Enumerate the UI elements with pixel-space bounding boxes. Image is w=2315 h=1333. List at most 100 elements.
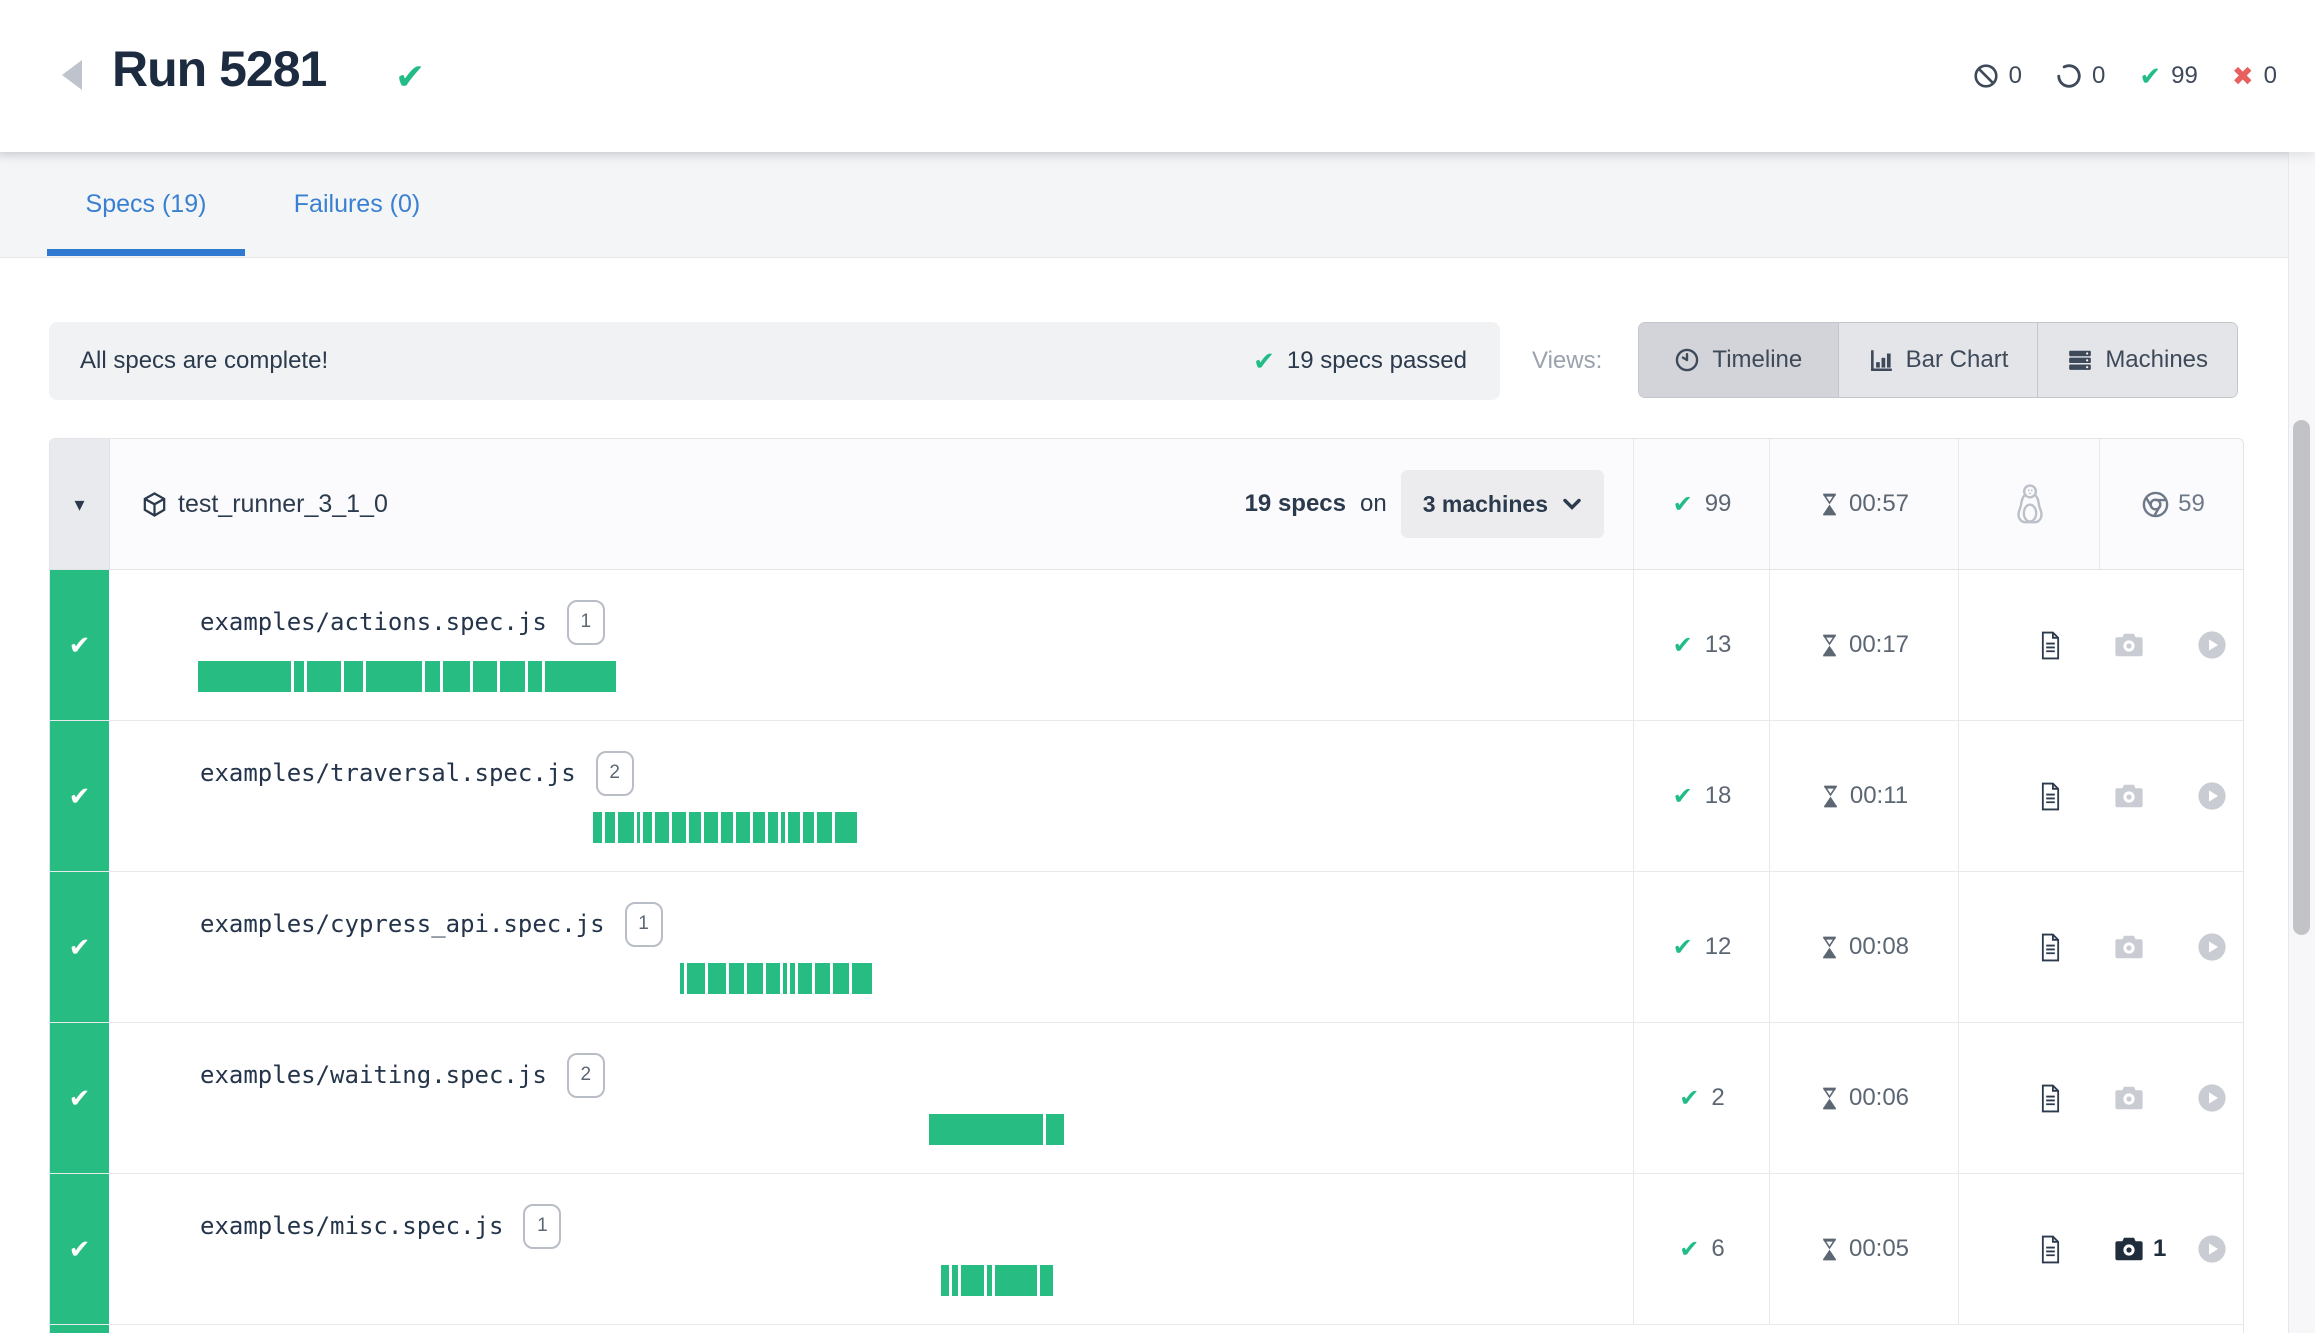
timeline-segment bbox=[593, 812, 602, 843]
timeline-track bbox=[198, 963, 1688, 994]
timeline-segment bbox=[443, 661, 470, 692]
spec-duration-cell: 00:08 bbox=[1769, 872, 1959, 1022]
timeline-bar[interactable] bbox=[929, 1114, 1064, 1145]
group-passed-count: 99 bbox=[1705, 490, 1732, 518]
group-name: test_runner_3_1_0 bbox=[178, 490, 388, 519]
timeline-segment bbox=[817, 812, 832, 843]
timeline-segment bbox=[605, 812, 615, 843]
machine-group-header: ▾ test_runner_3_1_0 19 specs on 3 machin… bbox=[50, 439, 2243, 570]
hourglass-icon bbox=[1820, 934, 1839, 961]
timeline-segment bbox=[766, 963, 781, 994]
screenshots-button[interactable] bbox=[2114, 721, 2144, 871]
timeline-bar[interactable] bbox=[680, 963, 872, 994]
hourglass-icon bbox=[1821, 783, 1840, 810]
scrollbar-thumb[interactable] bbox=[2293, 420, 2310, 935]
video-button[interactable] bbox=[2197, 1174, 2227, 1324]
check-icon: ✔ bbox=[1673, 933, 1693, 962]
machines-dropdown[interactable]: 3 machines bbox=[1401, 470, 1604, 538]
timeline-segment bbox=[961, 1265, 983, 1296]
timeline-segment bbox=[344, 661, 363, 692]
spec-badge: 2 bbox=[596, 751, 634, 796]
screenshots-button[interactable] bbox=[2114, 570, 2144, 720]
failed-stat: ✖ 0 bbox=[2232, 61, 2277, 92]
vertical-scrollbar bbox=[2288, 152, 2315, 1333]
spec-duration-cell: 00:05 bbox=[1769, 1174, 1959, 1324]
stdout-button[interactable] bbox=[2039, 1023, 2062, 1173]
timeline-segment bbox=[425, 661, 440, 692]
bar-chart-view-button[interactable]: Bar Chart bbox=[1838, 323, 2038, 397]
group-specs-count: 19 specs bbox=[1245, 490, 1346, 518]
timeline-bar[interactable] bbox=[198, 661, 616, 692]
timeline-track bbox=[198, 661, 1688, 692]
timeline-bar[interactable] bbox=[593, 812, 857, 843]
timeline-segment bbox=[783, 963, 787, 994]
camera-icon bbox=[2114, 935, 2144, 959]
play-icon bbox=[2197, 781, 2227, 811]
spec-file-line: examples/waiting.spec.js 2 bbox=[200, 1049, 605, 1101]
timeline-segment bbox=[1046, 1114, 1064, 1145]
machines-dropdown-label: 3 machines bbox=[1423, 491, 1548, 518]
spec-file[interactable]: examples/actions.spec.js bbox=[200, 608, 547, 636]
video-button[interactable] bbox=[2197, 721, 2227, 871]
pending-count: 0 bbox=[2092, 62, 2105, 90]
camera-icon bbox=[2114, 1237, 2144, 1261]
screenshots-button[interactable] bbox=[2114, 872, 2144, 1022]
timeline-segment bbox=[736, 812, 750, 843]
document-icon bbox=[2039, 933, 2062, 962]
spec-artifacts-cell bbox=[1958, 570, 2244, 720]
spec-badge: 1 bbox=[567, 600, 605, 645]
pending-stat: 0 bbox=[2056, 62, 2105, 90]
spec-file[interactable]: examples/misc.spec.js bbox=[200, 1212, 503, 1240]
group-duration-cell: 00:57 bbox=[1769, 439, 1959, 569]
view-switcher: Timeline Bar Chart Machines bbox=[1638, 322, 2238, 398]
check-icon: ✔ bbox=[1673, 490, 1693, 519]
page-title: Run 5281 bbox=[112, 40, 326, 98]
x-icon: ✖ bbox=[2232, 61, 2254, 92]
camera-icon bbox=[2114, 784, 2144, 808]
active-tab-underline bbox=[47, 249, 245, 256]
group-on-word: on bbox=[1360, 490, 1387, 518]
check-icon: ✔ bbox=[69, 630, 91, 661]
collapse-toggle[interactable]: ▾ bbox=[50, 439, 110, 569]
group-passed-cell: ✔ 99 bbox=[1633, 439, 1770, 569]
video-button[interactable] bbox=[2197, 570, 2227, 720]
timeline-segment bbox=[852, 963, 872, 994]
spec-status-bar: ✔ bbox=[50, 872, 109, 1022]
hourglass-icon bbox=[1820, 1236, 1839, 1263]
stdout-button[interactable] bbox=[2039, 570, 2062, 720]
machines-view-button[interactable]: Machines bbox=[2037, 323, 2237, 397]
spec-status-bar: ✔ bbox=[50, 1023, 109, 1173]
stdout-button[interactable] bbox=[2039, 721, 2062, 871]
screenshots-button[interactable]: 1 bbox=[2114, 1174, 2166, 1324]
tab-specs[interactable]: Specs (19) bbox=[47, 152, 245, 256]
screenshots-button[interactable] bbox=[2114, 1023, 2144, 1173]
timeline-segment bbox=[500, 661, 525, 692]
spec-main-cell bbox=[109, 1325, 1633, 1333]
hourglass-icon bbox=[1820, 632, 1839, 659]
passed-count: 18 bbox=[1705, 782, 1732, 810]
timeline-segment bbox=[708, 963, 726, 994]
stdout-button[interactable] bbox=[2039, 872, 2062, 1022]
timeline-bar[interactable] bbox=[941, 1265, 1053, 1296]
timeline-segment bbox=[689, 812, 701, 843]
spec-file[interactable]: examples/waiting.spec.js bbox=[200, 1061, 547, 1089]
group-name-block: test_runner_3_1_0 bbox=[141, 439, 388, 569]
check-icon: ✔ bbox=[1679, 1235, 1699, 1264]
timeline-view-button[interactable]: Timeline bbox=[1639, 323, 1838, 397]
video-button[interactable] bbox=[2197, 872, 2227, 1022]
tab-failures[interactable]: Failures (0) bbox=[277, 152, 437, 256]
back-icon[interactable] bbox=[62, 60, 82, 90]
spec-artifacts-cell bbox=[1958, 872, 2244, 1022]
spec-row: ✔ examples/actions.spec.js 1 ✔ 13 00:17 bbox=[50, 570, 2243, 721]
spec-badge: 2 bbox=[567, 1053, 605, 1098]
video-button[interactable] bbox=[2197, 1023, 2227, 1173]
spec-row: ✔ examples/waiting.spec.js 2 ✔ 2 00:06 bbox=[50, 1023, 2243, 1174]
spec-file[interactable]: examples/traversal.spec.js bbox=[200, 759, 576, 787]
passed-count: 99 bbox=[2171, 62, 2198, 90]
timeline-segment bbox=[637, 812, 640, 843]
bar-chart-icon bbox=[1868, 347, 1894, 373]
spec-file[interactable]: examples/cypress_api.spec.js bbox=[200, 910, 605, 938]
check-icon: ✔ bbox=[69, 932, 91, 963]
spec-status-bar: ✔ bbox=[50, 1174, 109, 1324]
stdout-button[interactable] bbox=[2039, 1174, 2062, 1324]
